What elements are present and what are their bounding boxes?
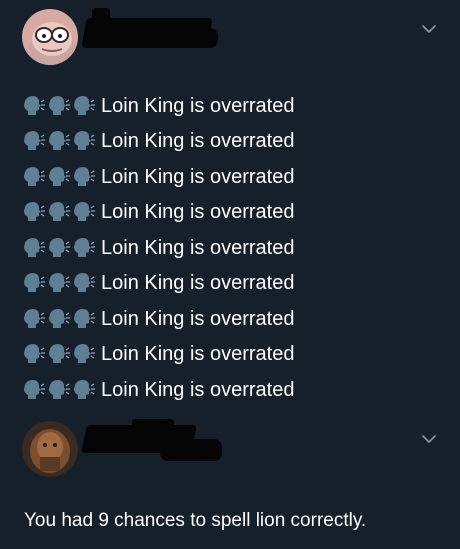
speaking-head-icon xyxy=(49,308,70,328)
tweet-line-text: Loin King is overrated xyxy=(101,307,295,330)
tweet-line-text: Loin King is overrated xyxy=(101,378,295,401)
speaking-head-icon xyxy=(24,379,45,399)
speaking-head-icon xyxy=(49,237,70,257)
redacted-scribble xyxy=(160,439,222,461)
speaking-head-icon xyxy=(74,166,95,186)
emoji-group xyxy=(20,166,95,188)
speaking-head-icon xyxy=(74,344,95,364)
speaking-head-icon xyxy=(24,131,45,151)
tweet-line-text: Loin King is overrated xyxy=(101,236,295,259)
speaking-head-icon xyxy=(49,95,70,115)
chevron-down-icon[interactable] xyxy=(420,430,438,448)
speaking-head-icon xyxy=(49,379,70,399)
speaking-head-icon xyxy=(49,131,70,151)
speaking-head-icon xyxy=(74,379,95,399)
speaking-head-icon xyxy=(24,202,45,222)
avatar-photo-image xyxy=(22,421,78,477)
emoji-group xyxy=(20,237,95,259)
avatar-frog-glasses-image xyxy=(22,9,78,65)
speaking-head-icon xyxy=(49,273,70,293)
tweet-line: Loin King is overrated xyxy=(20,372,440,408)
speaking-head-icon xyxy=(74,202,95,222)
tweet-line-text: Loin King is overrated xyxy=(101,201,295,224)
tweet-line: Loin King is overrated xyxy=(20,266,440,302)
speaking-head-icon xyxy=(24,95,45,115)
tweet-line-text: Loin King is overrated xyxy=(101,343,295,366)
speaking-head-icon xyxy=(49,344,70,364)
speaking-head-icon xyxy=(24,308,45,328)
tweet-body: Loin King is overrated Loin King is over… xyxy=(20,88,440,408)
speaking-head-icon xyxy=(74,131,95,151)
tweet-line-text: Loin King is overrated xyxy=(101,94,295,117)
speaking-head-icon xyxy=(24,237,45,257)
tweet-line: Loin King is overrated xyxy=(20,124,440,160)
tweet-line: Loin King is overrated xyxy=(20,159,440,195)
tweet-line-text: Loin King is overrated xyxy=(101,130,295,153)
reply-author-avatar[interactable] xyxy=(22,421,78,477)
chevron-down-icon[interactable] xyxy=(420,20,438,38)
speaking-head-icon xyxy=(74,308,95,328)
speaking-head-icon xyxy=(74,237,95,257)
speaking-head-icon xyxy=(49,202,70,222)
tweet-line-text: Loin King is overrated xyxy=(101,272,295,295)
redacted-handle xyxy=(92,8,110,26)
reply-text: You had 9 chances to spell lion correctl… xyxy=(24,510,367,531)
speaking-head-icon xyxy=(24,273,45,293)
redacted-scribble xyxy=(160,28,218,48)
emoji-group xyxy=(20,201,95,223)
reply-tweet: You had 9 chances to spell lion correctl… xyxy=(0,405,460,549)
tweet-line: Loin King is overrated xyxy=(20,88,440,124)
emoji-group xyxy=(20,272,95,294)
speaking-head-icon xyxy=(74,95,95,115)
tweet-line-text: Loin King is overrated xyxy=(101,165,295,188)
redacted-handle xyxy=(132,419,174,431)
speaking-head-icon xyxy=(74,273,95,293)
emoji-group xyxy=(20,130,95,152)
emoji-group xyxy=(20,95,95,117)
tweet-line: Loin King is overrated xyxy=(20,230,440,266)
speaking-head-icon xyxy=(24,166,45,186)
author-avatar[interactable] xyxy=(22,9,78,65)
tweet-line: Loin King is overrated xyxy=(20,195,440,231)
tweet-line: Loin King is overrated xyxy=(20,301,440,337)
speaking-head-icon xyxy=(49,166,70,186)
emoji-group xyxy=(20,308,95,330)
speaking-head-icon xyxy=(24,344,45,364)
original-tweet: Loin King is overrated Loin King is over… xyxy=(0,0,460,405)
emoji-group xyxy=(20,379,95,401)
tweet-line: Loin King is overrated xyxy=(20,337,440,373)
emoji-group xyxy=(20,343,95,365)
